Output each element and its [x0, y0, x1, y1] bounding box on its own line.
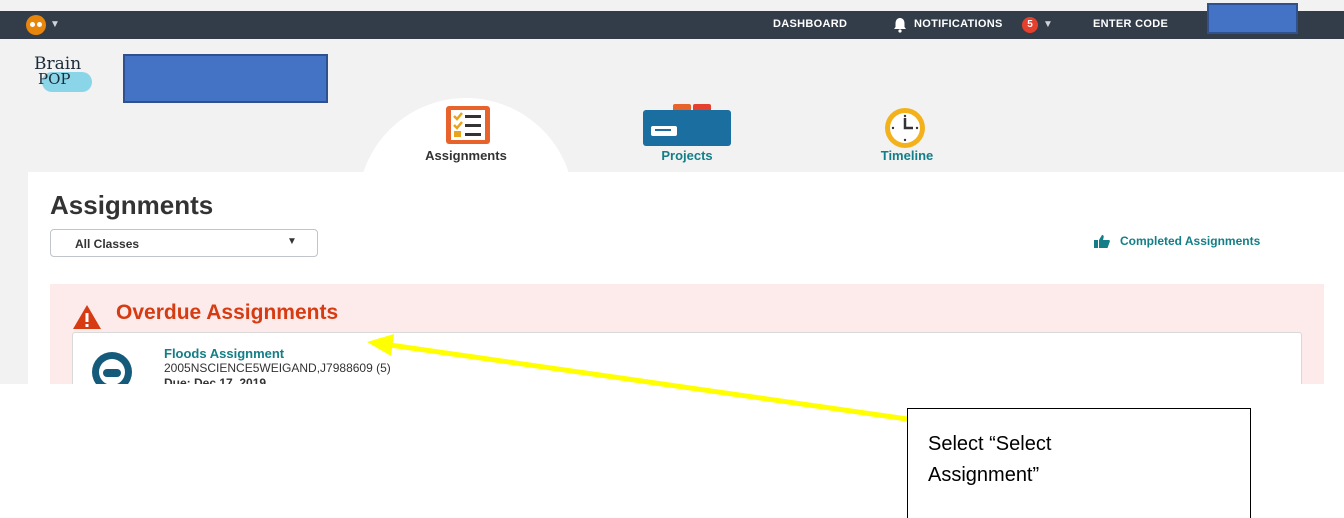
- notification-count-badge: 5: [1022, 17, 1038, 33]
- instruction-callout: Select “Select Assignment”: [907, 408, 1251, 518]
- chevron-down-icon[interactable]: ▼: [1043, 19, 1053, 30]
- completed-assignments-link[interactable]: Completed Assignments: [1094, 234, 1261, 249]
- assignment-class-code: 2005NSCIENCE5WEIGAND,J7988609 (5): [164, 361, 391, 375]
- bell-icon[interactable]: [892, 17, 908, 33]
- tab-projects[interactable]: Projects: [607, 148, 767, 163]
- thumbs-up-icon: [1094, 235, 1110, 249]
- dashboard-link[interactable]: DASHBOARD: [773, 18, 847, 30]
- class-filter-select[interactable]: All Classes ▼: [50, 229, 318, 257]
- class-filter-value: All Classes: [75, 237, 140, 251]
- floods-topic-icon: [92, 352, 132, 384]
- chevron-down-icon[interactable]: ▼: [50, 19, 60, 30]
- instruction-text: Select “Select Assignment”: [928, 433, 1052, 486]
- warning-icon: [73, 305, 101, 329]
- redacted-username-box: [1207, 3, 1298, 34]
- notifications-link[interactable]: NOTIFICATIONS: [914, 18, 1003, 30]
- assignment-due-date: Due: Dec 17, 2019: [164, 376, 267, 384]
- tab-assignments[interactable]: Assignments: [386, 148, 546, 163]
- brainpop-screenshot: ▼ DASHBOARD NOTIFICATIONS 5 ▼ ENTER CODE…: [0, 0, 1344, 384]
- projects-folder-icon[interactable]: [643, 104, 731, 146]
- tab-timeline[interactable]: Timeline: [827, 148, 987, 163]
- overdue-heading: Overdue Assignments: [116, 301, 339, 324]
- assignments-checklist-icon[interactable]: [446, 106, 490, 144]
- top-nav-bar: ▼ DASHBOARD NOTIFICATIONS 5 ▼ ENTER CODE: [0, 11, 1344, 39]
- enter-code-link[interactable]: ENTER CODE: [1093, 18, 1168, 30]
- brainpop-logo[interactable]: Brain POP: [32, 54, 94, 94]
- user-avatar-icon[interactable]: [26, 15, 46, 35]
- assignment-title-link[interactable]: Floods Assignment: [164, 346, 284, 361]
- redacted-name-box: [123, 54, 328, 103]
- page-title: Assignments: [50, 190, 214, 220]
- completed-assignments-label: Completed Assignments: [1120, 234, 1261, 248]
- chevron-down-icon: ▼: [287, 236, 297, 247]
- timeline-clock-icon[interactable]: [872, 106, 942, 150]
